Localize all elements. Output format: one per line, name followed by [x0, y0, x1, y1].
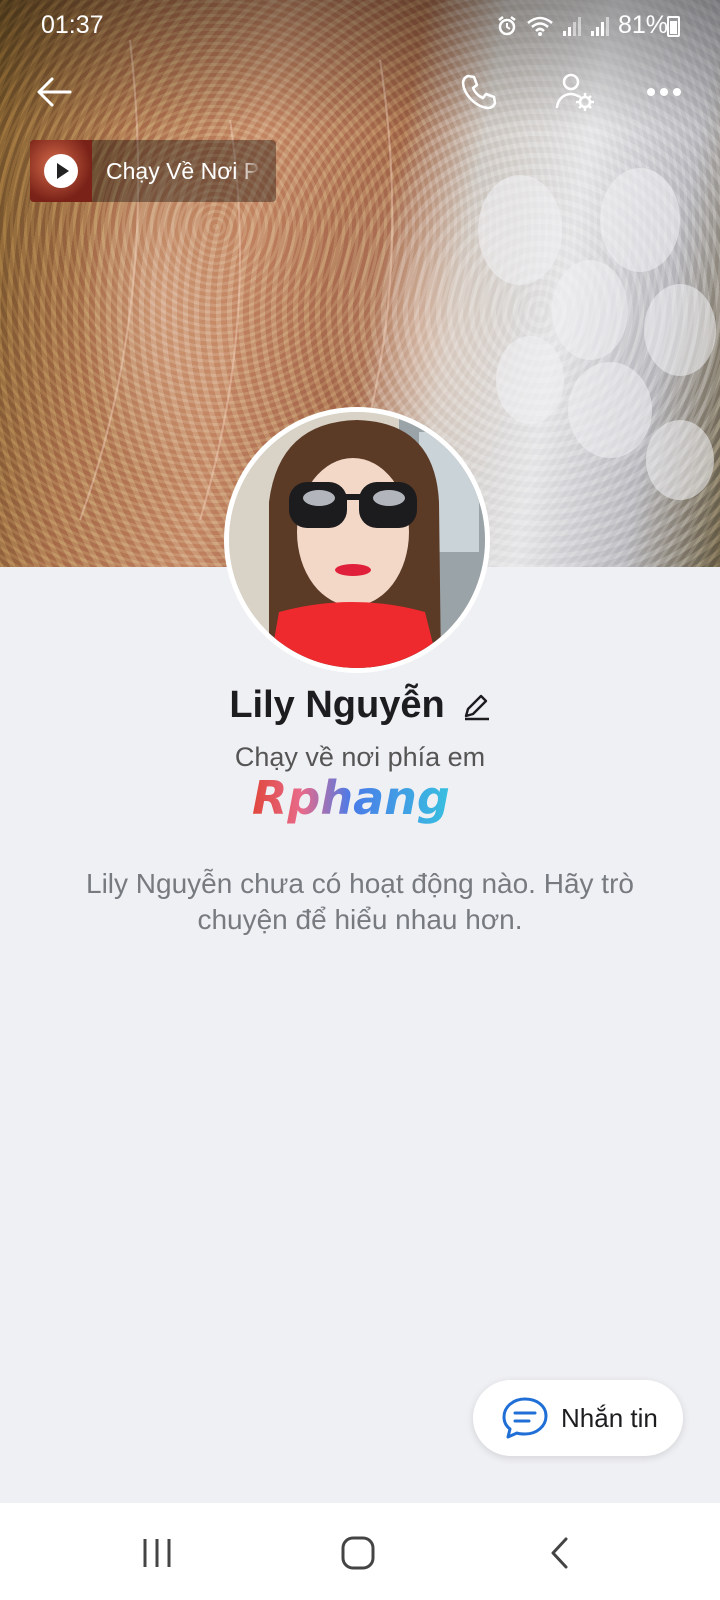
- phone-icon: [461, 74, 497, 110]
- more-dots-icon: [647, 88, 681, 96]
- svg-text:Rphang: Rphang: [252, 771, 450, 825]
- user-settings-icon: [555, 73, 594, 111]
- avatar-image: [229, 412, 485, 668]
- status-time: 01:37: [41, 11, 104, 39]
- status-icons: 81%: [496, 11, 668, 40]
- home-button[interactable]: [338, 1533, 378, 1573]
- profile-name-row: Lily Nguyễn: [0, 684, 720, 727]
- system-navigation-bar: [0, 1503, 720, 1600]
- home-icon: [341, 1536, 375, 1570]
- pencil-icon[interactable]: [461, 691, 491, 721]
- profile-music-chip[interactable]: Chạy Về Nơi Phía Em: [30, 140, 276, 202]
- status-bar: 01:37 81%: [0, 0, 720, 50]
- call-button[interactable]: [455, 68, 503, 116]
- music-thumbnail: [30, 140, 92, 202]
- battery-percent: 81%: [617, 11, 668, 39]
- watermark-logo: Rphang: [252, 771, 450, 825]
- send-message-label: Nhắn tin: [561, 1402, 658, 1433]
- back-button[interactable]: [30, 68, 78, 116]
- alarm-icon: [498, 15, 516, 35]
- profile-bio: Chạy về nơi phía em: [234, 742, 486, 772]
- send-message-button[interactable]: Nhắn tin: [473, 1380, 683, 1456]
- battery-icon: [667, 16, 680, 37]
- system-back-button[interactable]: [540, 1533, 580, 1573]
- recents-button[interactable]: [137, 1533, 177, 1573]
- signal-icon: [590, 16, 609, 36]
- empty-timeline-message: Lily Nguyễn chưa có hoạt động nào. Hãy t…: [86, 868, 634, 935]
- wifi-icon: [527, 16, 553, 36]
- signal-icon: [562, 16, 581, 36]
- more-button[interactable]: [640, 68, 688, 116]
- recents-icon: [143, 1539, 171, 1567]
- back-chevron-icon: [551, 1537, 568, 1569]
- avatar[interactable]: [224, 407, 490, 673]
- play-icon: [44, 154, 78, 188]
- chat-bubble-icon: [502, 1397, 548, 1439]
- arrow-left-icon: [37, 77, 72, 107]
- profile-settings-button[interactable]: [551, 68, 599, 116]
- music-title: Chạy Về Nơi Phía Em: [106, 157, 262, 184]
- profile-name: Lily Nguyễn: [229, 684, 445, 726]
